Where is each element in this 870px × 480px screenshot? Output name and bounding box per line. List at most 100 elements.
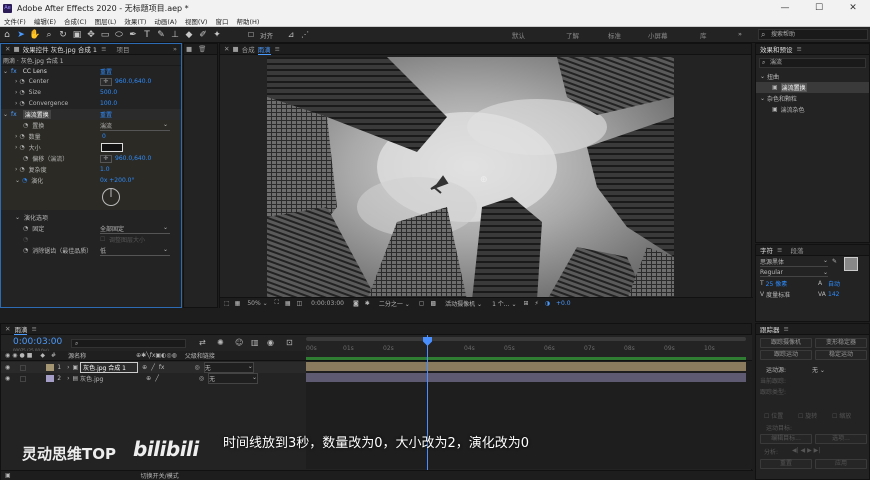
eyedropper-icon[interactable]: ✎: [832, 258, 837, 265]
scale-checkbox[interactable]: ☐ 缩放: [832, 411, 851, 420]
chevron-down-icon[interactable]: ⌄: [3, 68, 8, 75]
tab-comp-raindrop[interactable]: 雨滴: [257, 44, 271, 55]
fx-icon[interactable]: fx: [11, 111, 17, 118]
cc-lens-header[interactable]: ⌄ fx CC Lens 重置: [1, 65, 181, 76]
chevron-right-icon[interactable]: ›: [67, 375, 69, 382]
tree-item[interactable]: ⌄ 扭曲: [756, 71, 869, 82]
draft-3d-icon[interactable]: ✺: [217, 338, 224, 347]
param-value[interactable]: 500.0: [100, 89, 117, 96]
crosshair-icon[interactable]: ✛: [100, 154, 112, 163]
camera-select[interactable]: 活动摄像机 ⌄: [445, 299, 482, 308]
layer-label-color[interactable]: [46, 364, 55, 371]
timeline-timecode[interactable]: 0:00:03:00: [13, 337, 62, 347]
stopwatch-icon[interactable]: ◔: [19, 166, 24, 173]
pen-tool-icon[interactable]: ✒: [127, 29, 139, 41]
menu-view[interactable]: 视图(V): [185, 16, 208, 26]
tree-item[interactable]: ▣ 湍流置换: [756, 82, 869, 93]
tracks-area[interactable]: [306, 361, 752, 469]
grid-icon[interactable]: ▦: [235, 300, 241, 307]
eye-icon[interactable]: ◉: [5, 364, 10, 371]
comp-timecode[interactable]: 0:00:03:00: [311, 300, 344, 307]
pin-select[interactable]: 全部固定 ⌄: [100, 224, 170, 234]
kerning-value[interactable]: 度量标准: [766, 290, 790, 299]
stopwatch-icon[interactable]: ◔: [23, 122, 28, 129]
fit-icon[interactable]: ⛶: [275, 299, 279, 307]
home-icon[interactable]: ⌂: [1, 29, 13, 41]
workspace-more-icon[interactable]: »: [738, 30, 742, 38]
solo-toggle[interactable]: [20, 375, 27, 382]
panel-close-icon[interactable]: ✕: [5, 325, 10, 333]
roi-icon[interactable]: ▢: [419, 300, 425, 307]
chevron-right-icon[interactable]: ›: [15, 89, 17, 96]
chevron-down-icon[interactable]: ⌄: [15, 177, 20, 184]
expand-icon[interactable]: ▣: [5, 472, 11, 479]
puppet-tool-icon[interactable]: ✦: [211, 29, 223, 41]
panel-lock-icon[interactable]: ■: [13, 45, 19, 53]
menu-file[interactable]: 文件(F): [4, 16, 26, 26]
parent-select[interactable]: 无 ⌄: [203, 362, 254, 373]
font-size-value[interactable]: 25 像素: [766, 279, 788, 288]
graph-editor-icon[interactable]: ⊡: [286, 338, 293, 347]
menu-edit[interactable]: 编辑(E): [34, 16, 56, 26]
pickwhip-icon[interactable]: ◎: [199, 375, 204, 382]
resize-checkbox[interactable]: ☐: [100, 236, 105, 243]
fx-icon[interactable]: fx: [11, 68, 17, 75]
type-tool-icon[interactable]: T: [141, 29, 153, 41]
hand-tool-icon[interactable]: ✋: [29, 29, 41, 41]
tree-item[interactable]: ▣ 湍流杂色: [756, 104, 869, 115]
tab-effect-controls[interactable]: 效果控件 灰色.jpg 合成 1: [23, 44, 97, 54]
layer-bar[interactable]: [306, 362, 746, 371]
antialias-select[interactable]: 低 ⌄: [100, 246, 170, 256]
quality-icon[interactable]: ╱: [155, 375, 159, 382]
camera-tool-icon[interactable]: ▣: [71, 29, 83, 41]
chevron-right-icon[interactable]: ›: [15, 133, 17, 140]
param-value[interactable]: 0x +200.0°: [100, 177, 134, 184]
comp-mini-flowchart-icon[interactable]: ⇄: [199, 338, 206, 347]
camera-icon[interactable]: ◙: [353, 300, 359, 307]
resolution-select[interactable]: 二分之一 ⌄: [379, 299, 410, 308]
pickwhip-icon[interactable]: ◎: [194, 364, 199, 371]
close-button[interactable]: ✕: [836, 0, 870, 16]
track-motion-button[interactable]: 跟踪运动: [760, 350, 812, 360]
chevron-right-icon[interactable]: ›: [15, 100, 17, 107]
layer-name[interactable]: 灰色.jpg 合成 1: [80, 362, 139, 373]
toggle-switches-modes[interactable]: 切换开关/模式: [141, 471, 179, 480]
layer-row[interactable]: ◉ 2 › ▤ 灰色.jpg ⊕ ╱ ◎ 无 ⌄: [1, 373, 306, 384]
solo-toggle[interactable]: [20, 364, 27, 371]
pan-behind-tool-icon[interactable]: ✥: [85, 29, 97, 41]
shy-layers-icon[interactable]: ☺: [235, 338, 243, 347]
composition-viewer[interactable]: ⊕: [267, 57, 674, 300]
chevron-right-icon[interactable]: ›: [67, 364, 69, 371]
apply-button[interactable]: 应用: [815, 459, 867, 469]
motion-blur-icon[interactable]: ◉: [267, 338, 274, 347]
layer-row[interactable]: ◉ 1 › ▣ 灰色.jpg 合成 1 ⊕ ╱ fx ◎ 无 ⌄: [1, 362, 306, 373]
param-value[interactable]: 960.0,640.0: [115, 155, 151, 162]
stabilize-motion-button[interactable]: 稳定运动: [815, 350, 867, 360]
workspace-libraries[interactable]: 库: [700, 30, 707, 40]
tree-item[interactable]: ⌄ 杂色和颗粒: [756, 93, 869, 104]
zoom-tool-icon[interactable]: ⌕: [43, 29, 55, 41]
channel-icon[interactable]: ✱: [365, 300, 370, 307]
stopwatch-icon[interactable]: ◔: [23, 225, 28, 232]
brush-tool-icon[interactable]: ✎: [155, 29, 167, 41]
panel-close-icon[interactable]: ✕: [5, 45, 10, 53]
ellipse-tool-icon[interactable]: ⬭: [113, 29, 125, 41]
time-ruler[interactable]: 00s 01s 02s 04s 05s 06s 07s 08s 09s 10s: [306, 335, 752, 361]
stopwatch-icon[interactable]: ◔: [19, 100, 24, 107]
motion-source-select[interactable]: 无 ⌄: [812, 365, 825, 374]
size-input[interactable]: [101, 143, 123, 152]
minimize-button[interactable]: —: [768, 0, 802, 16]
flowchart-icon[interactable]: ⊞: [523, 300, 528, 307]
edit-target-button[interactable]: 编辑目标...: [760, 434, 812, 444]
layer-name[interactable]: 灰色.jpg: [80, 374, 142, 383]
workspace-default[interactable]: 默认: [512, 30, 525, 40]
param-value[interactable]: 100.0: [100, 100, 117, 107]
evolution-dial[interactable]: [101, 187, 121, 207]
align-checkbox[interactable]: ☐: [245, 29, 257, 41]
panel-menu-icon[interactable]: ≡: [784, 325, 789, 333]
tab-project[interactable]: 项目: [117, 44, 130, 54]
param-value[interactable]: 960.0,640.0: [115, 78, 151, 85]
stopwatch-icon[interactable]: ◔: [22, 177, 27, 184]
rotate-tool-icon[interactable]: ↻: [57, 29, 69, 41]
chevron-down-icon[interactable]: ⌄: [3, 111, 8, 118]
